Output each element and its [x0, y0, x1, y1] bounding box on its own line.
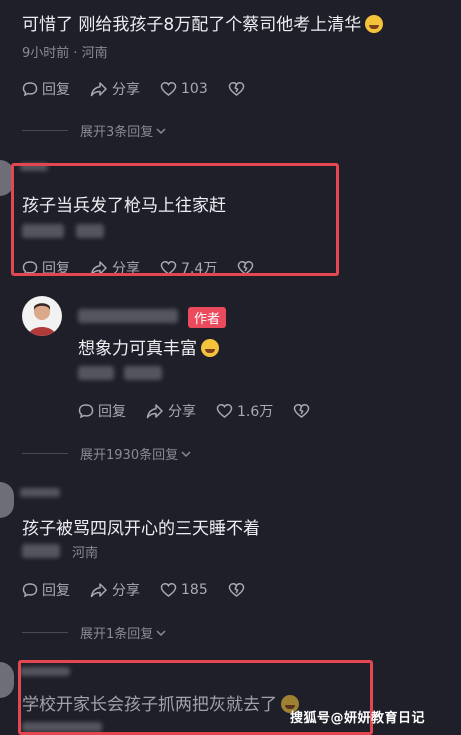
comment-icon	[78, 404, 94, 419]
comment-1-meta: 9小时前 · 河南	[22, 46, 108, 61]
comment-4-text: 孩子被骂四凤开心的三天睡不着	[22, 519, 260, 539]
laughing-emoji-icon	[365, 15, 384, 33]
dislike-button[interactable]	[228, 582, 249, 598]
portrait-icon	[28, 303, 56, 336]
like-button[interactable]: 1.6万	[216, 401, 273, 421]
comment-1-actions: 回复 分享 103	[22, 79, 269, 99]
avatar[interactable]	[0, 482, 14, 518]
share-icon	[90, 82, 107, 97]
divider	[22, 130, 68, 131]
heart-icon	[160, 583, 177, 597]
share-button[interactable]: 分享	[146, 401, 196, 421]
heart-icon	[160, 82, 177, 96]
share-button[interactable]: 分享	[90, 580, 140, 600]
avatar[interactable]	[0, 662, 14, 698]
expand-replies-2[interactable]: 展开1930条回复	[22, 444, 192, 463]
watermark: 搜狐号@妍妍教育日记	[290, 711, 426, 726]
like-button[interactable]: 103	[160, 81, 208, 97]
divider	[22, 453, 68, 454]
comment-4-meta: 河南	[72, 546, 99, 561]
comment-3-actions: 回复 分享 1.6万	[78, 401, 334, 421]
comment-icon	[22, 583, 38, 598]
comment-4-actions: 回复 分享 185	[22, 580, 269, 600]
dislike-button[interactable]	[293, 403, 314, 419]
reply-button[interactable]: 回复	[22, 580, 70, 600]
dislike-button[interactable]	[228, 81, 249, 97]
broken-heart-icon	[228, 82, 244, 96]
broken-heart-icon	[228, 583, 244, 597]
share-icon	[90, 583, 107, 598]
chevron-down-icon	[156, 127, 166, 134]
divider	[22, 632, 68, 633]
reply-button[interactable]: 回复	[22, 79, 70, 99]
comment-icon	[22, 82, 38, 97]
chevron-down-icon	[156, 629, 166, 636]
share-icon	[146, 404, 163, 419]
laughing-emoji-icon	[201, 339, 219, 357]
expand-replies-3[interactable]: 展开1条回复	[22, 623, 167, 642]
reply-button[interactable]: 回复	[78, 401, 126, 421]
blurred-meta	[78, 366, 114, 380]
expand-replies-1[interactable]: 展开3条回复	[22, 121, 167, 140]
like-button[interactable]: 185	[160, 582, 208, 598]
broken-heart-icon	[294, 404, 310, 418]
blurred-username	[78, 309, 178, 323]
heart-icon	[216, 404, 233, 418]
comment-1-text: 可惜了 刚给我孩子8万配了个蔡司他考上清华	[22, 10, 384, 35]
blurred-meta	[22, 544, 60, 558]
author-badge: 作者	[188, 307, 227, 328]
share-button[interactable]: 分享	[90, 79, 140, 99]
comment-3-text: 想象力可真丰富	[78, 334, 219, 359]
blurred-username	[20, 488, 60, 497]
chevron-down-icon	[181, 450, 191, 457]
blurred-meta	[124, 366, 162, 380]
author-avatar[interactable]	[22, 296, 62, 336]
highlight-box	[11, 163, 339, 276]
